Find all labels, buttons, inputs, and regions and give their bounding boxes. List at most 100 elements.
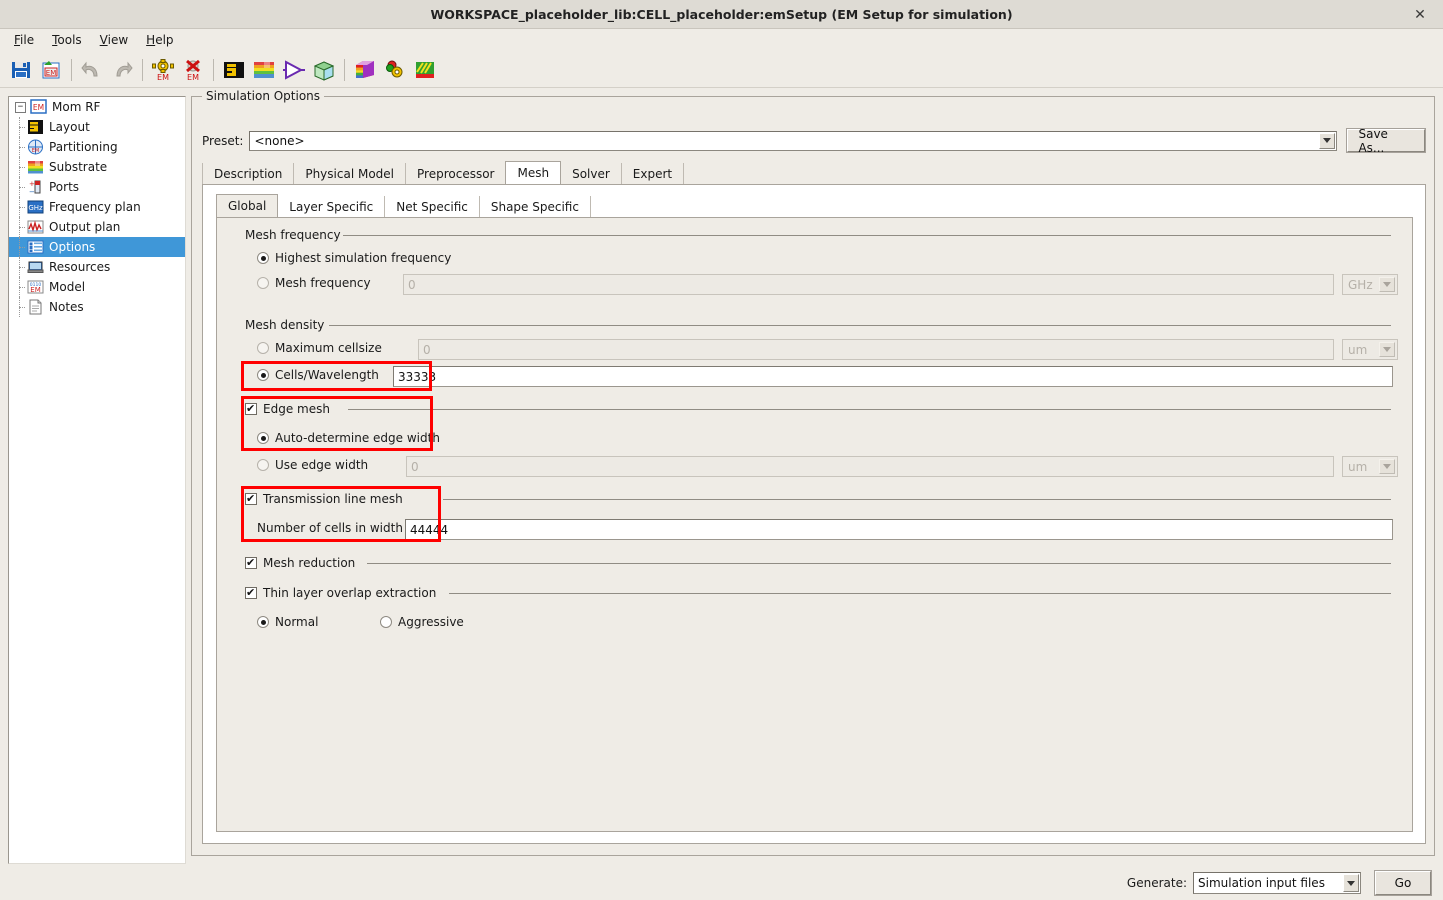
save-em-setup-icon[interactable]: EM [37, 56, 65, 84]
generate-combo[interactable]: Simulation input files [1193, 872, 1361, 894]
cells-per-wavelength-input[interactable]: 33333 [393, 366, 1393, 387]
cells-per-wavelength-radio-row[interactable]: Cells/Wavelength [257, 368, 379, 382]
highest-simulation-frequency-radio-row[interactable]: Highest simulation frequency [257, 251, 451, 265]
port-icon[interactable] [280, 56, 308, 84]
em-cosim-icon[interactable] [351, 56, 379, 84]
edge-mesh-checkbox-row[interactable]: Edge mesh [245, 402, 330, 416]
svg-text:EM: EM [157, 73, 169, 81]
number-of-cells-in-width-input[interactable]: 44444 [405, 519, 1393, 540]
tab-expert[interactable]: Expert [620, 163, 685, 184]
cells-per-wavelength-radio[interactable] [257, 369, 269, 381]
auto-determine-edge-width-radio[interactable] [257, 432, 269, 444]
mesh-reduction-checkbox-row[interactable]: Mesh reduction [245, 556, 355, 570]
thin-layer-overlap-checkbox[interactable] [245, 587, 257, 599]
auto-determine-edge-width-radio-row[interactable]: Auto-determine edge width [257, 431, 440, 445]
tab-solver[interactable]: Solver [560, 163, 622, 184]
maximum-cellsize-radio[interactable] [257, 342, 269, 354]
tab-net-specific[interactable]: Net Specific [384, 196, 480, 217]
sidebar-item-output-plan[interactable]: Output plan [9, 217, 185, 237]
em-results-icon[interactable] [411, 56, 439, 84]
tab-description[interactable]: Description [202, 163, 295, 184]
maximum-cellsize-input[interactable]: 0 [418, 339, 1334, 360]
sidebar-item-label: Options [49, 240, 96, 254]
generate-label: Generate: [1126, 876, 1187, 890]
tab-layer-specific[interactable]: Layer Specific [277, 196, 386, 217]
use-edge-width-unit-combo[interactable]: um [1342, 456, 1398, 477]
transmission-line-mesh-checkbox[interactable] [245, 493, 257, 505]
tree-indent [13, 257, 27, 277]
aggressive-radio[interactable] [380, 616, 392, 628]
save-icon[interactable] [7, 56, 35, 84]
menu-view-rest: iew [107, 33, 129, 47]
navigation-tree[interactable]: − EM Mom RF Layout EM Partitioning Subst… [8, 96, 186, 864]
sidebar-item-substrate[interactable]: Substrate [9, 157, 185, 177]
tree-expander-icon[interactable]: − [15, 101, 26, 113]
preset-row: Preset: <none> Save As... [202, 127, 1427, 155]
em-root-icon: EM [30, 99, 47, 115]
layout-icon[interactable] [220, 56, 248, 84]
go-button[interactable]: Go [1374, 870, 1432, 896]
tab-physical-model[interactable]: Physical Model [293, 163, 407, 184]
tab-global[interactable]: Global [216, 194, 279, 217]
tree-item-mom-rf[interactable]: − EM Mom RF [9, 97, 185, 117]
mesh-frequency-unit-combo[interactable]: GHz [1342, 274, 1398, 295]
preset-combo[interactable]: <none> [249, 130, 1338, 151]
mesh-reduction-checkbox[interactable] [245, 557, 257, 569]
chevron-down-icon[interactable] [1343, 874, 1359, 892]
menu-view[interactable]: View [91, 31, 137, 49]
svg-text:EM: EM [32, 148, 39, 154]
generate-value: Simulation input files [1198, 876, 1325, 890]
aggressive-radio-row[interactable]: Aggressive [380, 615, 464, 629]
maximum-cellsize-radio-row[interactable]: Maximum cellsize [257, 341, 382, 355]
tree-indent [13, 237, 27, 257]
normal-radio-row[interactable]: Normal [257, 615, 318, 629]
partitioning-icon: EM [27, 139, 44, 155]
transmission-line-mesh-checkbox-row[interactable]: Transmission line mesh [245, 492, 403, 506]
maximum-cellsize-unit-combo[interactable]: um [1342, 339, 1398, 360]
sidebar-item-model[interactable]: 0110 EM Model [9, 277, 185, 297]
sidebar-item-resources[interactable]: Resources [9, 257, 185, 277]
normal-radio[interactable] [257, 616, 269, 628]
close-icon[interactable]: ✕ [1405, 0, 1435, 29]
sidebar-item-notes[interactable]: Notes [9, 297, 185, 317]
svg-text:EM: EM [33, 103, 44, 112]
edge-mesh-label: Edge mesh [263, 402, 330, 416]
mesh-frequency-radio[interactable] [257, 277, 269, 289]
menu-file[interactable]: File [5, 31, 43, 49]
use-edge-width-radio[interactable] [257, 459, 269, 471]
simulation-options-group: Simulation Options Preset: <none> Save A… [191, 89, 1435, 856]
use-edge-width-radio-row[interactable]: Use edge width [257, 458, 368, 472]
mesh-3d-icon[interactable] [310, 56, 338, 84]
chevron-down-icon[interactable] [1379, 342, 1395, 357]
chevron-down-icon[interactable] [1319, 132, 1336, 149]
layout-icon [27, 119, 44, 135]
mesh-frequency-input[interactable]: 0 [403, 274, 1334, 295]
chevron-down-icon[interactable] [1379, 459, 1395, 474]
sidebar-item-options[interactable]: Options [9, 237, 185, 257]
tab-mesh[interactable]: Mesh [505, 161, 562, 184]
redo-icon[interactable] [108, 56, 136, 84]
em-stop-icon[interactable]: EM [179, 56, 207, 84]
simulation-options-title: Simulation Options [202, 89, 325, 103]
menu-help[interactable]: Help [137, 31, 182, 49]
thin-layer-overlap-checkbox-row[interactable]: Thin layer overlap extraction [245, 586, 436, 600]
sidebar-item-frequency-plan[interactable]: GHz Frequency plan [9, 197, 185, 217]
mesh-frequency-radio-row[interactable]: Mesh frequency [257, 276, 371, 290]
save-as-button[interactable]: Save As... [1346, 127, 1427, 155]
use-edge-width-input[interactable]: 0 [406, 456, 1334, 477]
sidebar-item-ports[interactable]: + − Ports [9, 177, 185, 197]
substrate-icon[interactable] [250, 56, 278, 84]
undo-icon[interactable] [78, 56, 106, 84]
sidebar-item-partitioning[interactable]: EM Partitioning [9, 137, 185, 157]
em-simulate-icon[interactable]: EM [149, 56, 177, 84]
tab-shape-specific[interactable]: Shape Specific [478, 196, 591, 217]
menu-tools[interactable]: Tools [43, 31, 91, 49]
sidebar-item-layout[interactable]: Layout [9, 117, 185, 137]
sidebar-item-label: Resources [49, 260, 111, 274]
em-model-icon[interactable] [381, 56, 409, 84]
edge-mesh-checkbox[interactable] [245, 403, 257, 415]
mesh-reduction-rule [367, 563, 1391, 564]
chevron-down-icon[interactable] [1379, 277, 1395, 292]
tab-preprocessor[interactable]: Preprocessor [405, 163, 507, 184]
highest-simulation-frequency-radio[interactable] [257, 252, 269, 264]
